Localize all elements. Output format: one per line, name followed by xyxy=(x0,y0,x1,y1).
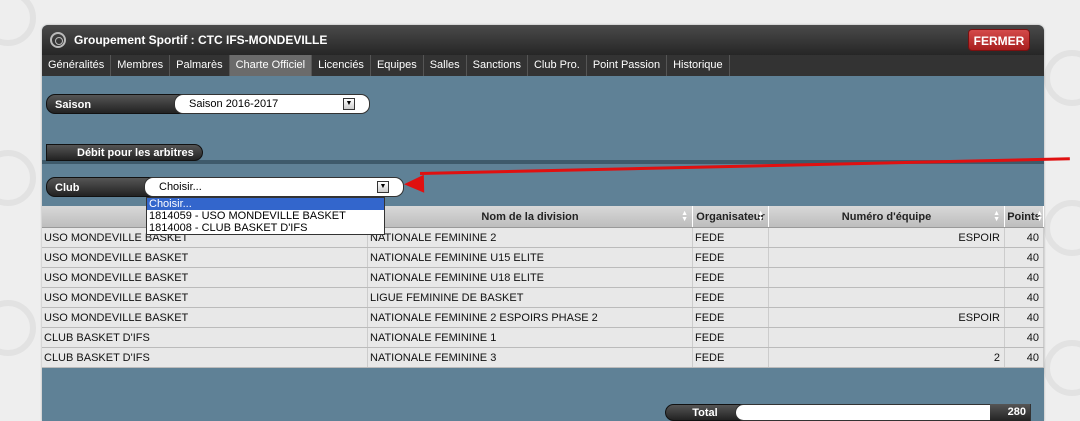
column-header-label: Organisateur xyxy=(696,211,765,223)
tab-licencies[interactable]: Licenciés xyxy=(312,55,371,76)
tab-charte-officiel[interactable]: Charte Officiel xyxy=(229,55,313,76)
table-body: USO MONDEVILLE BASKET NATIONALE FEMININE … xyxy=(42,228,1044,368)
annotation-arrow-head xyxy=(403,174,425,194)
saison-select[interactable]: Saison 2016-2017 ▼ xyxy=(174,94,370,114)
table-row[interactable]: USO MONDEVILLE BASKET LIGUE FEMININE DE B… xyxy=(42,288,1044,308)
cell-organisateur: FEDE xyxy=(693,348,769,367)
table-row[interactable]: CLUB BASKET D'IFS NATIONALE FEMININE 1 FED… xyxy=(42,328,1044,348)
cell-club: USO MONDEVILLE BASKET xyxy=(42,288,368,307)
tab-sanctions[interactable]: Sanctions xyxy=(467,55,528,76)
cell-division: LIGUE FEMININE DE BASKET xyxy=(368,288,693,307)
chevron-down-icon[interactable]: ▼ xyxy=(343,98,355,110)
cell-club: USO MONDEVILLE BASKET xyxy=(42,268,368,287)
total-label: Total xyxy=(665,404,745,421)
chevron-down-icon[interactable]: ▼ xyxy=(377,181,389,193)
column-header-numero-equipe[interactable]: Numéro d'équipe ▲ ▼ xyxy=(769,206,1005,227)
table-row[interactable]: USO MONDEVILLE BASKET NATIONALE FEMININE … xyxy=(42,248,1044,268)
sort-icon[interactable]: ▲ ▼ xyxy=(993,210,1000,223)
cell-numero-equipe xyxy=(769,248,1005,267)
cell-club: CLUB BASKET D'IFS xyxy=(42,328,368,347)
saison-select-value: Saison 2016-2017 xyxy=(189,98,279,110)
cell-organisateur: FEDE xyxy=(693,228,769,247)
cell-division: NATIONALE FEMININE 2 xyxy=(368,228,693,247)
cell-numero-equipe xyxy=(769,288,1005,307)
cell-points: 40 xyxy=(1005,248,1044,267)
cell-numero-equipe: ESPOIR xyxy=(769,308,1005,327)
cell-organisateur: FEDE xyxy=(693,328,769,347)
sort-icon[interactable]: ▲ ▼ xyxy=(1036,210,1043,223)
watermark-logo xyxy=(1044,340,1080,396)
window-title: Groupement Sportif : CTC IFS-MONDEVILLE xyxy=(74,33,328,47)
saison-label: Saison xyxy=(46,94,186,114)
cell-points: 40 xyxy=(1005,328,1044,347)
club-label: Club xyxy=(46,177,156,197)
tab-salles[interactable]: Salles xyxy=(424,55,467,76)
club-option[interactable]: 1814008 - CLUB BASKET D'IFS xyxy=(147,222,384,234)
column-header-label: Nom de la division xyxy=(481,211,579,223)
cell-division: NATIONALE FEMININE U15 ELITE xyxy=(368,248,693,267)
tab-historique[interactable]: Historique xyxy=(667,55,730,76)
club-option[interactable]: 1814059 - USO MONDEVILLE BASKET xyxy=(147,210,384,222)
column-header-label: Numéro d'équipe xyxy=(841,211,932,223)
tab-equipes[interactable]: Equipes xyxy=(371,55,424,76)
tab-palmares[interactable]: Palmarès xyxy=(170,55,230,76)
cell-points: 40 xyxy=(1005,348,1044,367)
cell-points: 40 xyxy=(1005,268,1044,287)
watermark-logo xyxy=(0,300,36,356)
tab-generalites[interactable]: Généralités xyxy=(42,55,112,76)
total-row: Total 280 xyxy=(665,404,1031,421)
column-header-division[interactable]: Nom de la division ▲ ▼ xyxy=(368,206,693,227)
cell-numero-equipe: 2 xyxy=(769,348,1005,367)
sort-icon[interactable]: ▲ ▼ xyxy=(757,210,764,223)
table-row[interactable]: USO MONDEVILLE BASKET NATIONALE FEMININE … xyxy=(42,268,1044,288)
cell-points: 40 xyxy=(1005,308,1044,327)
tab-point-passion[interactable]: Point Passion xyxy=(587,55,668,76)
cell-club: USO MONDEVILLE BASKET xyxy=(42,248,368,267)
cell-division: NATIONALE FEMININE U18 ELITE xyxy=(368,268,693,287)
cell-organisateur: FEDE xyxy=(693,288,769,307)
club-select[interactable]: Choisir... ▼ xyxy=(144,177,404,197)
total-field: 280 xyxy=(735,404,1031,421)
table-row[interactable]: CLUB BASKET D'IFS NATIONALE FEMININE 3 FED… xyxy=(42,348,1044,368)
cell-numero-equipe xyxy=(769,268,1005,287)
cell-organisateur: FEDE xyxy=(693,268,769,287)
club-option[interactable]: Choisir... xyxy=(147,198,384,210)
column-header-organisateur[interactable]: Organisateur ▲ ▼ xyxy=(693,206,769,227)
cell-organisateur: FEDE xyxy=(693,248,769,267)
club-filter: Club Choisir... ▼ xyxy=(46,177,404,197)
watermark-logo xyxy=(1044,50,1080,106)
tab-club-pro[interactable]: Club Pro. xyxy=(528,55,587,76)
club-dropdown-list: Choisir... 1814059 - USO MONDEVILLE BASK… xyxy=(146,197,385,235)
cell-division: NATIONALE FEMININE 2 ESPOIRS PHASE 2 xyxy=(368,308,693,327)
cell-club: CLUB BASKET D'IFS xyxy=(42,348,368,367)
total-value: 280 xyxy=(990,404,1030,421)
watermark-logo xyxy=(1044,200,1080,256)
cell-points: 40 xyxy=(1005,228,1044,247)
club-window: Groupement Sportif : CTC IFS-MONDEVILLE … xyxy=(42,25,1044,421)
cell-club: USO MONDEVILLE BASKET xyxy=(42,308,368,327)
club-select-value: Choisir... xyxy=(159,181,202,193)
club-logo-icon xyxy=(50,32,66,48)
cell-numero-equipe: ESPOIR xyxy=(769,228,1005,247)
cell-numero-equipe xyxy=(769,328,1005,347)
window-titlebar: Groupement Sportif : CTC IFS-MONDEVILLE … xyxy=(42,25,1044,55)
table-row[interactable]: USO MONDEVILLE BASKET NATIONALE FEMININE … xyxy=(42,308,1044,328)
watermark-logo xyxy=(0,150,36,206)
cell-division: NATIONALE FEMININE 3 xyxy=(368,348,693,367)
section-title: Débit pour les arbitres xyxy=(46,144,203,161)
tab-bar: Généralités Membres Palmarès Charte Offi… xyxy=(42,55,1044,76)
saison-filter: Saison Saison 2016-2017 ▼ xyxy=(46,94,370,114)
tab-membres[interactable]: Membres xyxy=(111,55,171,76)
watermark-logo xyxy=(0,0,36,46)
close-button[interactable]: FERMER xyxy=(968,29,1030,51)
cell-division: NATIONALE FEMININE 1 xyxy=(368,328,693,347)
sort-icon[interactable]: ▲ ▼ xyxy=(681,210,688,223)
column-header-points[interactable]: Points ▲ ▼ xyxy=(1005,206,1044,227)
cell-organisateur: FEDE xyxy=(693,308,769,327)
cell-points: 40 xyxy=(1005,288,1044,307)
